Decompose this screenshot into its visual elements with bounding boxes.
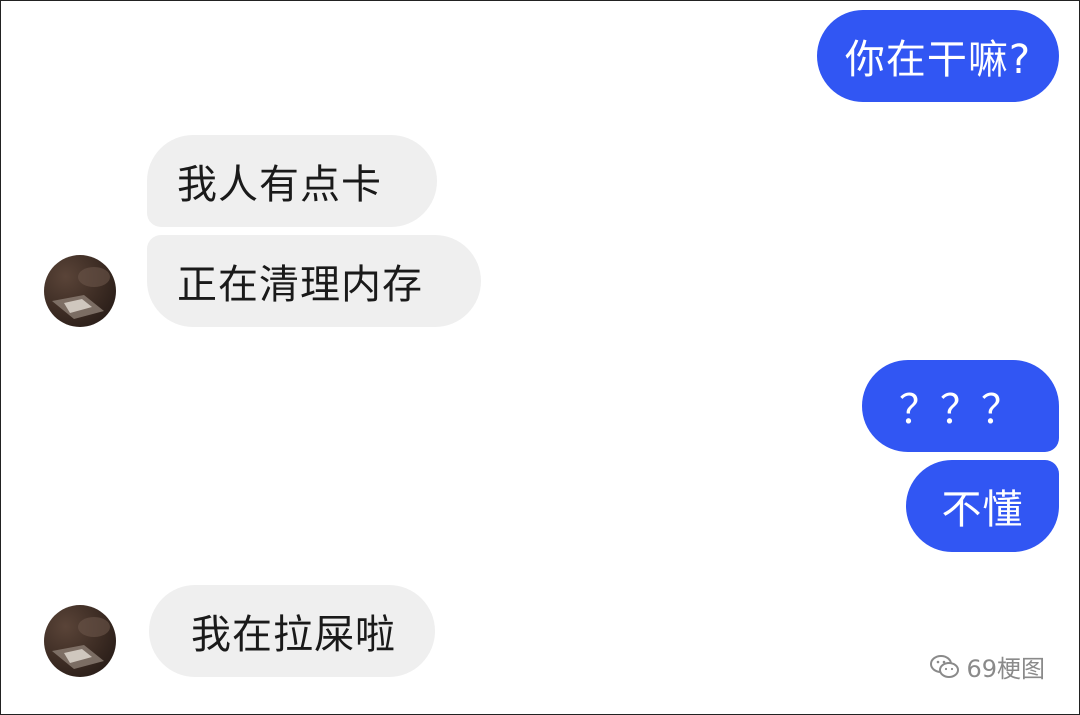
outgoing-message-bubble[interactable]: 你在干嘛? — [817, 10, 1059, 102]
incoming-message-bubble[interactable]: 我人有点卡 — [147, 135, 437, 227]
message-text: 不懂 — [941, 487, 1024, 533]
message-text: 你在干嘛? — [844, 37, 1032, 83]
wechat-icon — [930, 654, 960, 680]
contact-avatar[interactable] — [44, 605, 116, 677]
avatar-photo — [52, 267, 110, 319]
outgoing-message-bubble[interactable]: ？？？ — [862, 360, 1059, 452]
incoming-message-bubble[interactable]: 正在清理内存 — [147, 235, 481, 327]
avatar-photo — [52, 617, 110, 669]
watermark-text: 69梗图 — [966, 655, 1045, 683]
message-text: 我在拉屎啦 — [191, 612, 396, 658]
message-text: 正在清理内存 — [177, 262, 423, 308]
message-text: 我人有点卡 — [177, 162, 382, 208]
message-text: ？？？ — [899, 387, 1022, 433]
incoming-message-bubble[interactable]: 我在拉屎啦 — [149, 585, 435, 677]
watermark: 69梗图 — [930, 649, 1045, 684]
contact-avatar[interactable] — [44, 255, 116, 327]
chat-screen: 你在干嘛? 我人有点卡 正在清理内存 ？？？ 不懂 我在拉屎啦 69梗图 — [0, 0, 1080, 715]
outgoing-message-bubble[interactable]: 不懂 — [906, 460, 1059, 552]
